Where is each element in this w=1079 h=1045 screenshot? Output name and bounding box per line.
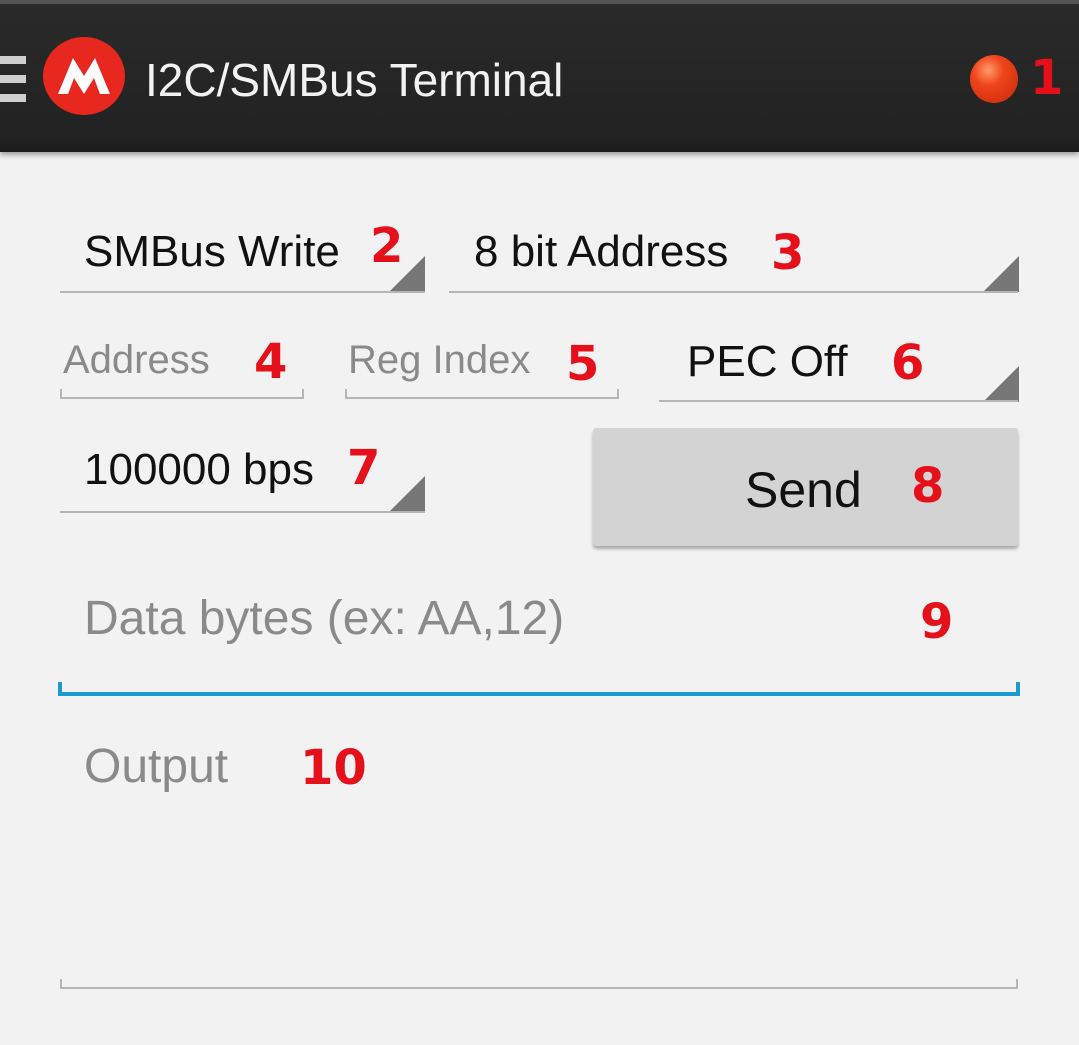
app-title: I2C/SMBus Terminal	[145, 54, 564, 106]
data-bytes-input-underline	[58, 692, 1020, 696]
send-button-label: Send	[745, 462, 862, 518]
address-input-cap-left	[60, 389, 62, 399]
data-bytes-input-cap-left	[58, 682, 62, 696]
reg-index-input-underline	[345, 397, 619, 399]
reg-index-input-cap-right	[617, 389, 619, 399]
callout-9: 9	[920, 594, 954, 650]
callout-7: 7	[347, 440, 381, 496]
address-mode-spinner-value: 8 bit Address	[474, 227, 729, 276]
callout-8: 8	[911, 458, 945, 514]
callout-1: 1	[1030, 50, 1064, 106]
callout-10: 10	[300, 740, 367, 796]
callout-3: 3	[771, 225, 805, 281]
data-bytes-input-placeholder: Data bytes (ex: AA,12)	[84, 592, 565, 645]
mode-spinner-value: SMBus Write	[84, 227, 340, 276]
microchip-logo-icon	[43, 37, 125, 115]
bitrate-spinner-value: 100000 bps	[84, 445, 314, 494]
address-mode-spinner-arrow-icon	[983, 256, 1019, 292]
output-area-placeholder: Output	[84, 740, 229, 793]
address-input-placeholder: Address	[63, 338, 210, 382]
data-bytes-input-cap-right	[1016, 682, 1020, 696]
output-area-cap-right	[1016, 979, 1018, 989]
mode-spinner-underline	[60, 291, 425, 293]
output-area-underline	[60, 987, 1018, 989]
send-button[interactable]: Send	[593, 428, 1018, 546]
connection-status-icon	[970, 55, 1018, 103]
pec-spinner-value: PEC Off	[687, 337, 848, 386]
bitrate-spinner-arrow-icon	[389, 476, 425, 512]
address-input-underline	[60, 397, 304, 399]
callout-5: 5	[566, 336, 600, 392]
bitrate-spinner-underline	[60, 511, 425, 513]
output-area-cap-left	[60, 979, 62, 989]
reg-index-input-cap-left	[345, 389, 347, 399]
address-input-cap-right	[302, 389, 304, 399]
pec-spinner-arrow-icon	[983, 366, 1019, 402]
pec-spinner-underline	[659, 400, 1018, 402]
callout-6: 6	[891, 335, 925, 391]
callout-4: 4	[254, 334, 288, 390]
reg-index-input-placeholder: Reg Index	[348, 338, 531, 382]
menu-icon[interactable]	[0, 56, 26, 102]
address-mode-spinner-underline	[449, 291, 1018, 293]
mode-spinner-arrow-icon	[389, 256, 425, 292]
